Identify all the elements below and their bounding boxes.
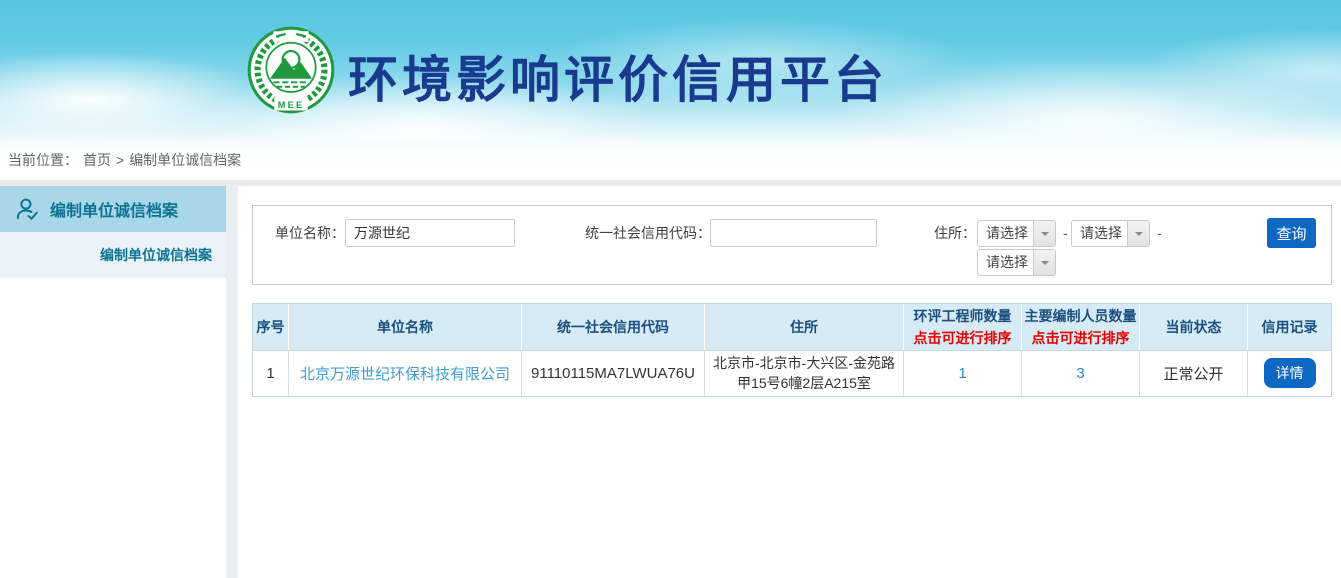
address-district-select[interactable]: 请选择: [977, 249, 1056, 276]
table-row: 1 北京万源世纪环保科技有限公司 91110115MA7LWUA76U 北京市-…: [253, 350, 1331, 396]
engineer-count-link[interactable]: 1: [958, 365, 966, 382]
province-select-value: 请选择: [978, 221, 1033, 246]
credit-code-label: 统一社会信用代码：: [585, 219, 711, 247]
address-dash-1: -: [1063, 219, 1068, 247]
page-title: 环境影响评价信用平台: [348, 40, 888, 112]
detail-button[interactable]: 详情: [1264, 358, 1316, 388]
col-header-address: 住所: [705, 304, 904, 350]
col-header-index: 序号: [253, 304, 289, 350]
address-province-select[interactable]: 请选择: [977, 220, 1056, 247]
page-body: 编制单位诚信档案 编制单位诚信档案 单位名称： 统一社会信用代码： 住所： 请选…: [0, 186, 1341, 578]
col-header-code: 统一社会信用代码: [522, 304, 705, 350]
results-table: 序号 单位名称 统一社会信用代码 住所 环评工程师数量 点击可进行排序 主要编制…: [252, 303, 1332, 397]
city-select-value: 请选择: [1072, 221, 1127, 246]
company-name-input[interactable]: [345, 219, 515, 247]
user-check-icon: [14, 196, 40, 222]
col-header-engineers-sortable[interactable]: 环评工程师数量 点击可进行排序: [904, 304, 1022, 350]
address-city-select[interactable]: 请选择: [1071, 220, 1150, 247]
col-header-staff-sortable[interactable]: 主要编制人员数量 点击可进行排序: [1022, 304, 1140, 350]
chevron-down-icon[interactable]: [1033, 250, 1055, 275]
mee-logo-icon: MEE: [247, 26, 335, 114]
staff-count-link[interactable]: 3: [1076, 365, 1084, 382]
chevron-down-icon[interactable]: [1033, 221, 1055, 246]
query-button[interactable]: 查询: [1267, 218, 1316, 248]
address-dash-2: -: [1157, 219, 1162, 247]
staff-sort-hint[interactable]: 点击可进行排序: [1022, 328, 1139, 348]
chevron-down-icon[interactable]: [1127, 221, 1149, 246]
breadcrumb-current: 编制单位诚信档案: [129, 152, 241, 168]
breadcrumb-home-link[interactable]: 首页: [83, 152, 111, 168]
district-select-value: 请选择: [978, 250, 1033, 275]
company-name-label: 单位名称：: [275, 219, 345, 247]
row-index: 1: [253, 350, 289, 396]
breadcrumb-separator: >: [116, 152, 124, 168]
breadcrumb: 当前位置： 首页 > 编制单位诚信档案: [0, 140, 1341, 180]
credit-code-value: 91110115MA7LWUA76U: [522, 350, 705, 396]
credit-code-input[interactable]: [710, 219, 877, 247]
sidebar-subitem-credit-archive[interactable]: 编制单位诚信档案: [0, 232, 226, 278]
engineers-sort-hint[interactable]: 点击可进行排序: [904, 328, 1021, 348]
address-value: 北京市-北京市-大兴区-金苑路甲15号6幢2层A215室: [705, 350, 904, 396]
search-form: 单位名称： 统一社会信用代码： 住所： 请选择 - 请选择 - 请选择 查询: [252, 205, 1332, 285]
svg-text:MEE: MEE: [278, 100, 305, 110]
address-label: 住所：: [934, 219, 976, 247]
table-header-row: 序号 单位名称 统一社会信用代码 住所 环评工程师数量 点击可进行排序 主要编制…: [253, 304, 1331, 350]
col-header-status: 当前状态: [1140, 304, 1248, 350]
sidebar-content-divider: [226, 186, 238, 578]
engineers-header-label: 环评工程师数量: [904, 306, 1021, 326]
col-header-credit: 信用记录: [1248, 304, 1331, 350]
main-content: 单位名称： 统一社会信用代码： 住所： 请选择 - 请选择 - 请选择 查询: [238, 186, 1341, 578]
sidebar: 编制单位诚信档案 编制单位诚信档案: [0, 186, 226, 278]
sidebar-subitem-label: 编制单位诚信档案: [100, 245, 212, 265]
sidebar-item-label: 编制单位诚信档案: [50, 197, 178, 221]
staff-header-label: 主要编制人员数量: [1022, 306, 1139, 326]
col-header-company: 单位名称: [289, 304, 522, 350]
site-header: MEE 环境影响评价信用平台: [0, 0, 1341, 140]
breadcrumb-prefix: 当前位置：: [8, 152, 78, 168]
company-name-link[interactable]: 北京万源世纪环保科技有限公司: [300, 366, 510, 383]
sidebar-item-credit-archive[interactable]: 编制单位诚信档案: [0, 186, 226, 232]
status-text: 正常公开: [1140, 350, 1248, 396]
